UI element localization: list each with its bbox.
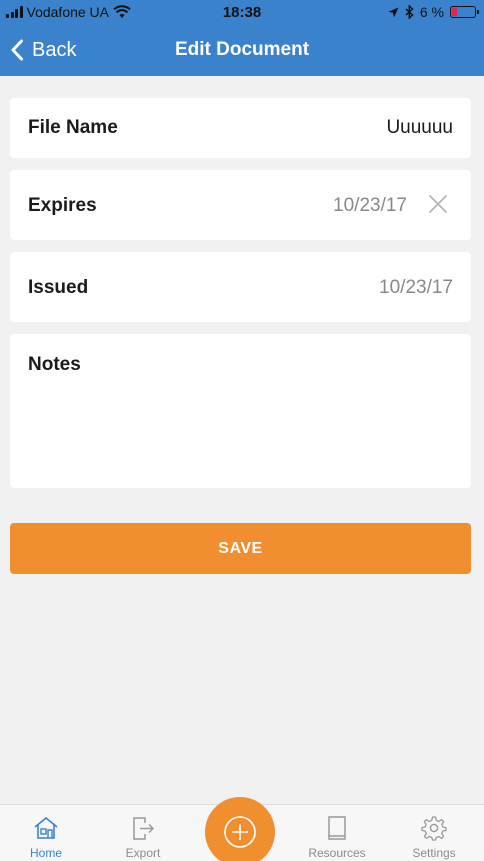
notes-field[interactable]: Notes <box>10 334 471 488</box>
app-screen: Vodafone UA 18:38 6 % Back Edit Document… <box>0 0 484 861</box>
tab-export[interactable]: Export <box>113 805 173 861</box>
header: Vodafone UA 18:38 6 % Back Edit Document <box>0 0 484 76</box>
status-bar: Vodafone UA 18:38 6 % <box>0 0 484 26</box>
tab-home[interactable]: Home <box>16 805 76 861</box>
tab-home-label: Home <box>29 846 62 860</box>
file-name-value[interactable]: Uuuuuu <box>386 117 453 139</box>
battery-icon <box>450 6 479 18</box>
battery-percent: 6 % <box>419 4 444 20</box>
tab-resources-label: Resources <box>308 846 366 860</box>
expires-field[interactable]: Expires 10/23/17 <box>10 170 471 240</box>
file-name-label: File Name <box>28 117 118 138</box>
expires-label: Expires <box>28 195 97 216</box>
expires-value[interactable]: 10/23/17 <box>333 195 407 217</box>
tab-resources[interactable]: Resources <box>300 805 374 861</box>
issued-label: Issued <box>28 277 89 298</box>
issued-value[interactable]: 10/23/17 <box>379 277 453 299</box>
plus-circle-icon <box>224 816 256 848</box>
issued-field[interactable]: Issued 10/23/17 <box>10 252 471 322</box>
file-name-field[interactable]: File Name Uuuuuu <box>10 98 471 158</box>
book-icon <box>328 816 346 840</box>
export-icon <box>133 817 155 840</box>
clear-date-icon[interactable] <box>427 193 449 215</box>
add-document-button[interactable] <box>205 797 275 861</box>
bluetooth-icon <box>405 5 414 19</box>
status-right: 6 % <box>388 4 479 20</box>
location-arrow-icon <box>388 7 399 17</box>
battery-level <box>452 8 457 16</box>
tab-export-label: Export <box>125 846 161 860</box>
notes-label: Notes <box>28 354 81 375</box>
home-icon <box>34 817 58 839</box>
tab-settings-label: Settings <box>412 846 456 860</box>
gear-icon <box>421 816 447 841</box>
save-button[interactable]: SAVE <box>10 523 471 574</box>
page-title: Edit Document <box>174 39 310 60</box>
tab-settings[interactable]: Settings <box>404 805 464 861</box>
nav-bar: Back Edit Document <box>0 26 484 74</box>
notes-input[interactable] <box>28 384 453 474</box>
